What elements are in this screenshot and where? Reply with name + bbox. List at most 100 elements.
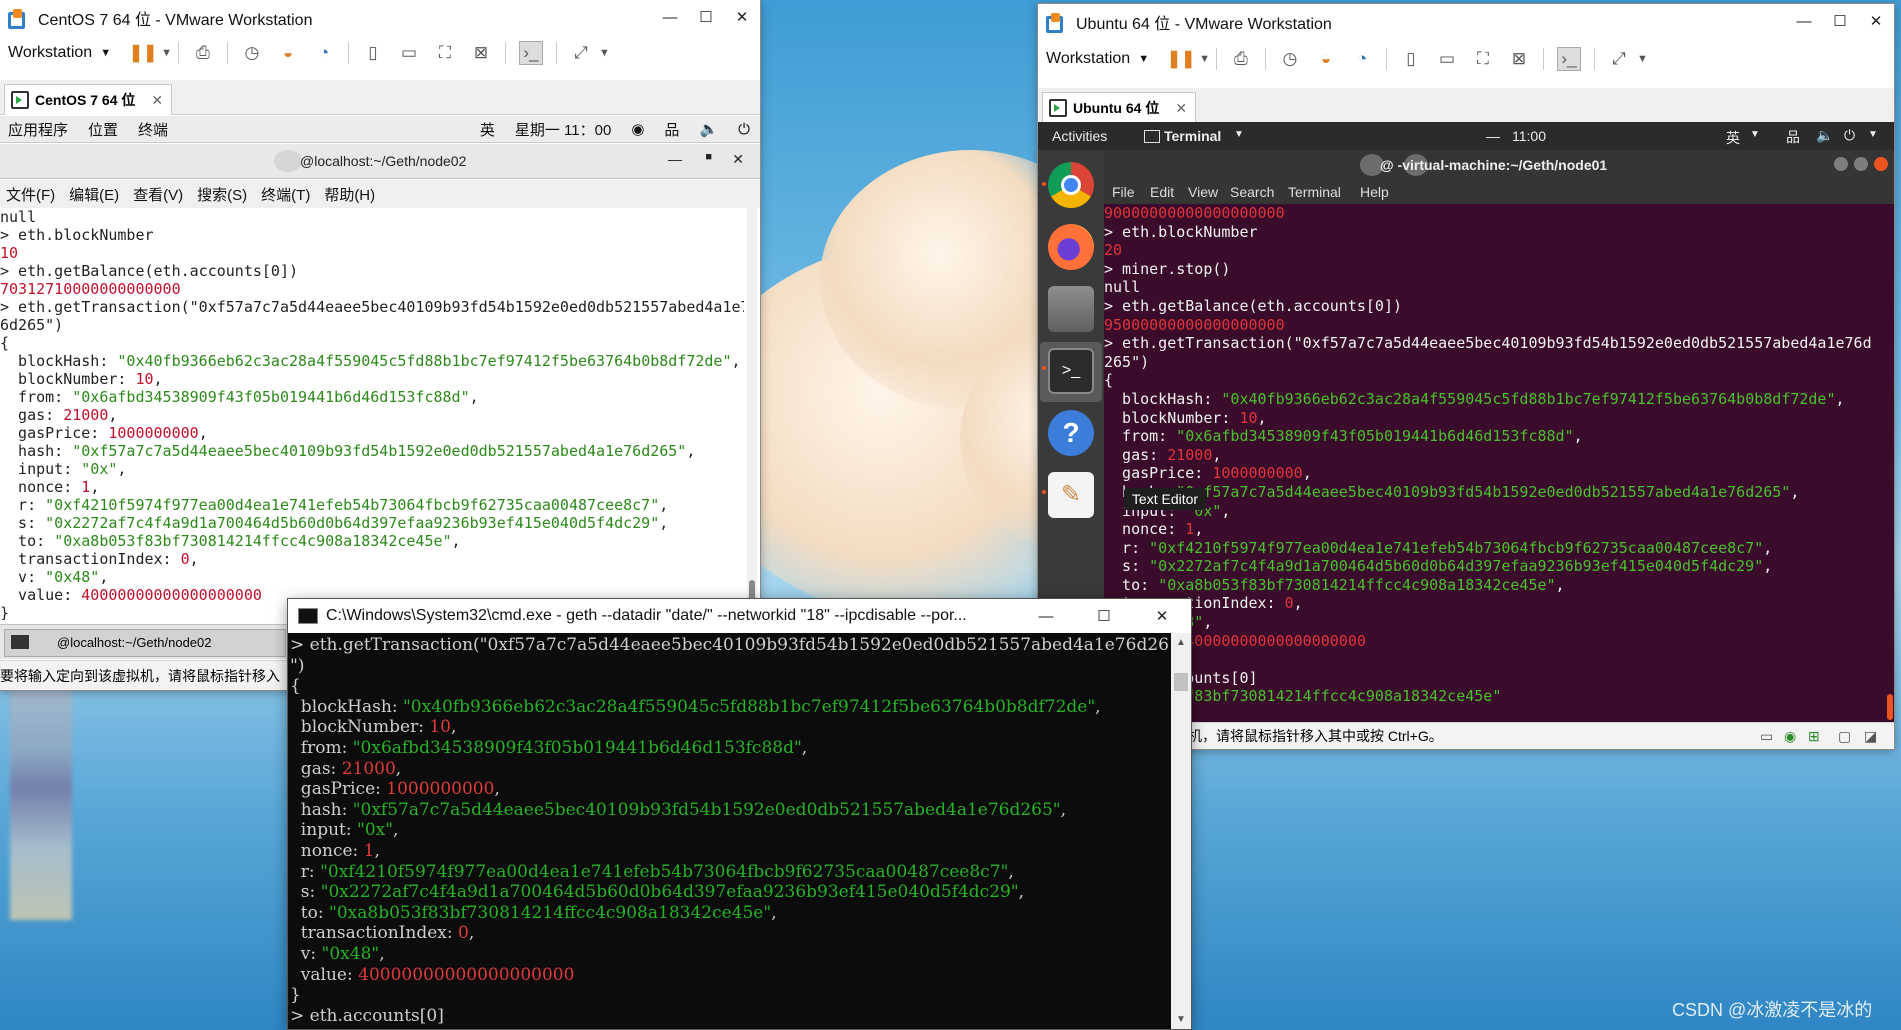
chevron-down-icon[interactable]: ▼ <box>1234 129 1244 140</box>
cmd-titlebar[interactable]: C:\Windows\System32\cmd.exe - geth --dat… <box>288 599 1191 633</box>
input-method-indicator[interactable]: 英 <box>480 119 495 140</box>
workstation-menu[interactable]: Workstation <box>8 44 92 62</box>
network-status-icon[interactable]: ⊞ <box>1808 723 1820 749</box>
workstation-menu[interactable]: Workstation <box>1046 50 1130 68</box>
stretch-guest-icon[interactable]: ⤢ <box>1608 48 1630 70</box>
menu-file[interactable]: File <box>1112 184 1135 200</box>
tab-ubuntu[interactable]: Ubuntu 64 位 ✕ <box>1042 92 1197 123</box>
pause-icon[interactable]: ❚❚ <box>1167 48 1196 70</box>
terminal-maximize-button[interactable]: ■ <box>705 151 712 163</box>
thumbnail-view-icon[interactable]: ▭ <box>398 42 420 64</box>
clock[interactable]: 星期一 11：00 <box>515 119 611 140</box>
menu-terminal[interactable]: Terminal <box>1288 184 1341 200</box>
desktop-icons-blurred[interactable] <box>10 680 72 920</box>
terminal-close-button[interactable] <box>1874 157 1888 171</box>
scroll-up-arrow[interactable]: ▲ <box>1176 637 1186 648</box>
maximize-button[interactable]: ☐ <box>1075 599 1133 635</box>
snapshot-manager-icon[interactable]: ◔ <box>313 42 335 64</box>
minimize-button[interactable]: — <box>1017 599 1075 635</box>
chevron-down-icon[interactable]: ▼ <box>100 47 111 59</box>
thumbnail-view-icon[interactable]: ▭ <box>1436 48 1458 70</box>
network-icon[interactable]: 品 <box>664 119 679 140</box>
snapshot-manager-icon[interactable]: ◔ <box>1351 48 1373 70</box>
activities-button[interactable]: Activities <box>1052 128 1107 144</box>
minimize-button[interactable]: — <box>1786 4 1822 40</box>
menu-view[interactable]: View <box>1188 184 1218 200</box>
files-icon[interactable] <box>1048 286 1094 332</box>
unity-icon[interactable]: ⊠ <box>1508 48 1530 70</box>
chevron-down-icon[interactable]: ▼ <box>599 47 610 59</box>
revert-snapshot-icon[interactable]: ◒ <box>277 42 299 64</box>
ubuntu-terminal-output[interactable]: 90000000000000000000 > eth.blockNumber 20 >… <box>1104 204 1886 722</box>
chevron-down-icon[interactable]: ▼ <box>1199 53 1210 65</box>
chevron-down-icon[interactable]: ▼ <box>1868 129 1878 140</box>
help-icon[interactable]: ? <box>1048 410 1094 456</box>
power-icon[interactable]: ⏻ <box>738 121 750 138</box>
terminal-minimize-button[interactable]: — <box>668 151 682 167</box>
cmd-scrollbar[interactable]: ▲ ▼ <box>1171 633 1191 1029</box>
close-button[interactable]: ✕ <box>1858 4 1894 40</box>
pause-icon[interactable]: ❚❚ <box>129 42 158 64</box>
chevron-down-icon[interactable]: ▼ <box>1750 129 1760 140</box>
console-view-icon[interactable]: ›_ <box>518 41 543 65</box>
hdd-status-icon[interactable]: ▭ <box>1760 723 1773 749</box>
app-menu-terminal[interactable]: Terminal <box>1164 128 1221 144</box>
message-status-icon[interactable]: ◪ <box>1864 723 1877 749</box>
sidebar-view-icon[interactable]: ▯ <box>1400 48 1422 70</box>
centos-titlebar[interactable]: CentOS 7 64 位 - VMware Workstation — ☐ ✕ <box>0 0 760 36</box>
close-tab-icon[interactable]: ✕ <box>1175 100 1187 117</box>
minimize-button[interactable]: — <box>652 0 688 36</box>
chrome-icon[interactable] <box>1048 162 1094 208</box>
menu-help[interactable]: Help <box>1360 184 1389 200</box>
chevron-down-icon[interactable]: ▼ <box>1138 53 1149 65</box>
fullscreen-icon[interactable]: ⛶ <box>434 42 456 64</box>
ubuntu-scrollbar[interactable] <box>1886 204 1894 722</box>
close-button[interactable]: ✕ <box>1133 599 1191 635</box>
scrollbar-thumb[interactable] <box>1174 673 1188 691</box>
centos-vmware-window[interactable]: CentOS 7 64 位 - VMware Workstation — ☐ ✕… <box>0 0 760 690</box>
snapshot-icon[interactable]: ◷ <box>241 42 263 64</box>
terminal-icon[interactable]: >_ <box>1048 348 1094 394</box>
taskbar-terminal-item[interactable]: @localhost:~/Geth/node02 <box>4 629 286 657</box>
volume-icon[interactable]: 🔈 <box>1816 127 1833 144</box>
menu-help[interactable]: 帮助(H) <box>324 184 375 205</box>
terminal-maximize-button[interactable] <box>1854 157 1868 171</box>
accessibility-icon[interactable]: ◉ <box>631 120 644 138</box>
cmd-window[interactable]: C:\Windows\System32\cmd.exe - geth --dat… <box>288 599 1191 1029</box>
centos-scrollbar[interactable] <box>747 208 757 620</box>
revert-snapshot-icon[interactable]: ◒ <box>1315 48 1337 70</box>
maximize-button[interactable]: ☐ <box>688 0 724 36</box>
cdrom-status-icon[interactable]: ◉ <box>1784 723 1796 749</box>
tab-centos[interactable]: CentOS 7 64 位 ✕ <box>4 84 173 115</box>
menu-terminal[interactable]: 终端(T) <box>261 184 310 205</box>
menu-search[interactable]: Search <box>1230 184 1274 200</box>
scrollbar-thumb[interactable] <box>1887 694 1893 720</box>
applications-menu[interactable]: 应用程序 <box>8 119 68 140</box>
volume-icon[interactable]: 🔈 <box>699 120 718 138</box>
centos-terminal-output[interactable]: null > eth.blockNumber 10 > eth.getBalance(… <box>0 208 744 620</box>
menu-search[interactable]: 搜索(S) <box>197 184 247 205</box>
places-menu[interactable]: 位置 <box>88 119 118 140</box>
send-ctrl-alt-del-icon[interactable]: ⎙ <box>1230 48 1252 70</box>
input-method-indicator[interactable]: 英 <box>1726 128 1740 148</box>
terminal-close-button[interactable]: ✕ <box>732 151 744 168</box>
snapshot-icon[interactable]: ◷ <box>1279 48 1301 70</box>
sidebar-view-icon[interactable]: ▯ <box>362 42 384 64</box>
console-view-icon[interactable]: ›_ <box>1556 47 1581 71</box>
centos-terminal-titlebar[interactable]: @localhost:~/Geth/node02 — ■ ✕ <box>0 144 760 179</box>
ubuntu-clock[interactable]: 11:00 <box>1512 128 1546 144</box>
ubuntu-terminal-titlebar[interactable]: @ -virtual-machine:~/Geth/node01 <box>1104 150 1894 180</box>
maximize-button[interactable]: ☐ <box>1822 4 1858 40</box>
terminal-menu[interactable]: 终端 <box>138 119 168 140</box>
close-tab-icon[interactable]: ✕ <box>151 92 163 109</box>
menu-edit[interactable]: 编辑(E) <box>69 184 119 205</box>
menu-edit[interactable]: Edit <box>1150 184 1174 200</box>
scroll-down-arrow[interactable]: ▼ <box>1176 1014 1186 1025</box>
stretch-guest-icon[interactable]: ⤢ <box>570 42 592 64</box>
unity-icon[interactable]: ⊠ <box>470 42 492 64</box>
cmd-console-output[interactable]: > eth.getTransaction("0xf57a7c7a5d44eaee… <box>290 635 1169 1029</box>
ubuntu-titlebar[interactable]: Ubuntu 64 位 - VMware Workstation — ☐ ✕ <box>1038 4 1894 40</box>
chevron-down-icon[interactable]: ▼ <box>1637 53 1648 65</box>
menu-view[interactable]: 查看(V) <box>133 184 183 205</box>
text-editor-icon[interactable]: ✎ <box>1048 472 1094 518</box>
